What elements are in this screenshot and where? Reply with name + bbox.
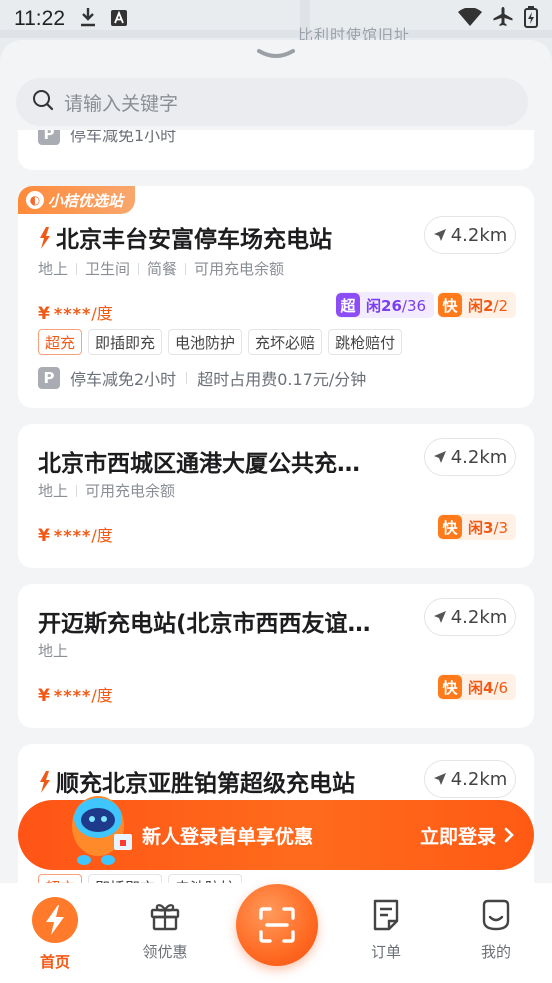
fast-charge-badge: 快 (438, 293, 462, 317)
login-now-button[interactable]: 立即登录 (420, 822, 514, 849)
parking-info: P 停车减免1小时 (38, 130, 176, 146)
super-charger-availability: 超 闲26/36 (336, 292, 435, 318)
download-icon (79, 7, 97, 32)
profile-icon (482, 899, 510, 931)
bolt-icon (32, 897, 78, 943)
airplane-icon (492, 6, 514, 33)
tag: 即插即充 (88, 329, 163, 355)
distance-button[interactable]: 4.2km (424, 216, 516, 254)
parking-text: 停车减免1小时 (70, 130, 177, 145)
navigate-arrow-icon (433, 229, 446, 241)
parking-info: P 停车减免2小时 超时占用费0.17元/分钟 (38, 366, 366, 390)
tag: 超充 (38, 329, 83, 355)
status-bar: 11:22 (0, 0, 552, 38)
tag: 跳枪赔付 (328, 329, 403, 355)
fast-charge-badge: 快 (438, 515, 462, 539)
station-card[interactable]: 北京市西城区通港大厦公共充… 4.2km 地上 可用充电余额 ¥ **** /度… (18, 424, 534, 568)
search-input[interactable]: 请输入关键字 (64, 89, 178, 116)
parking-icon: P (38, 367, 60, 389)
navigate-arrow-icon (433, 773, 446, 785)
tag: 充坏必赔 (248, 329, 323, 355)
status-time: 11:22 (14, 7, 65, 30)
tag: 电池防护 (168, 329, 243, 355)
search-bar[interactable]: 请输入关键字 (16, 78, 528, 126)
fast-charger-availability: 快 闲2/2 (438, 292, 517, 318)
sheet-drag-handle[interactable] (256, 46, 296, 60)
tab-orders[interactable]: 订单 (346, 897, 426, 962)
operator-bolt-icon (40, 227, 50, 249)
station-title: 北京丰台安富停车场充电站 (38, 220, 332, 254)
scan-button[interactable] (236, 884, 318, 966)
distance-button[interactable]: 4.2km (424, 438, 516, 476)
search-icon (32, 89, 54, 115)
promo-text: 新人登录首单享优惠 (142, 825, 314, 848)
station-title: 开迈斯充电站(北京市西西友谊… (38, 611, 371, 637)
mascot-icon (72, 796, 132, 865)
operator-bolt-icon (40, 771, 50, 793)
battery-icon (524, 5, 538, 33)
price-info: ¥ **** /度 (38, 686, 113, 706)
fast-charge-badge: 快 (438, 675, 462, 699)
station-amenities: 地上 (38, 642, 69, 660)
station-card-partial[interactable]: P 停车减免1小时 (18, 130, 534, 170)
order-icon (373, 899, 399, 931)
tab-home[interactable]: 首页 (15, 897, 95, 972)
wifi-icon (458, 7, 482, 31)
fast-charger-availability: 快 闲3/3 (438, 514, 517, 540)
font-app-icon (111, 7, 127, 31)
parking-icon: P (38, 130, 60, 145)
station-card[interactable]: 开迈斯充电站(北京市西西友谊… 4.2km 地上 ¥ **** /度 快 闲4/… (18, 584, 534, 728)
distance-button[interactable]: 4.2km (424, 760, 516, 798)
station-title: 北京市西城区通港大厦公共充… (38, 451, 360, 477)
navigate-arrow-icon (433, 611, 446, 623)
price-info: ¥ **** /度 (38, 304, 113, 324)
preferred-station-ribbon: ◐ 小桔优选站 (18, 186, 136, 214)
orange-logo-icon: ◐ (26, 191, 44, 209)
tab-coupons[interactable]: 领优惠 (125, 897, 205, 962)
distance-button[interactable]: 4.2km (424, 598, 516, 636)
station-tags: 超充 即插即充 电池防护 充坏必赔 跳枪赔付 (38, 329, 403, 355)
price-info: ¥ **** /度 (38, 526, 113, 546)
chevron-right-icon (504, 827, 514, 843)
navigate-arrow-icon (433, 451, 446, 463)
station-amenities: 地上 卫生间 简餐 可用充电余额 (38, 260, 285, 278)
super-charge-badge: 超 (336, 293, 360, 317)
tab-profile[interactable]: 我的 (456, 897, 536, 962)
gift-icon (150, 904, 180, 931)
fast-charger-availability: 快 闲4/6 (438, 674, 517, 700)
scan-icon (259, 907, 295, 943)
login-promo-banner[interactable]: 新人登录首单享优惠 立即登录 (18, 796, 534, 870)
station-card[interactable]: ◐ 小桔优选站 北京丰台安富停车场充电站 4.2km 地上 卫生间 简餐 可用充… (18, 186, 534, 408)
station-amenities: 地上 可用充电余额 (38, 482, 176, 500)
